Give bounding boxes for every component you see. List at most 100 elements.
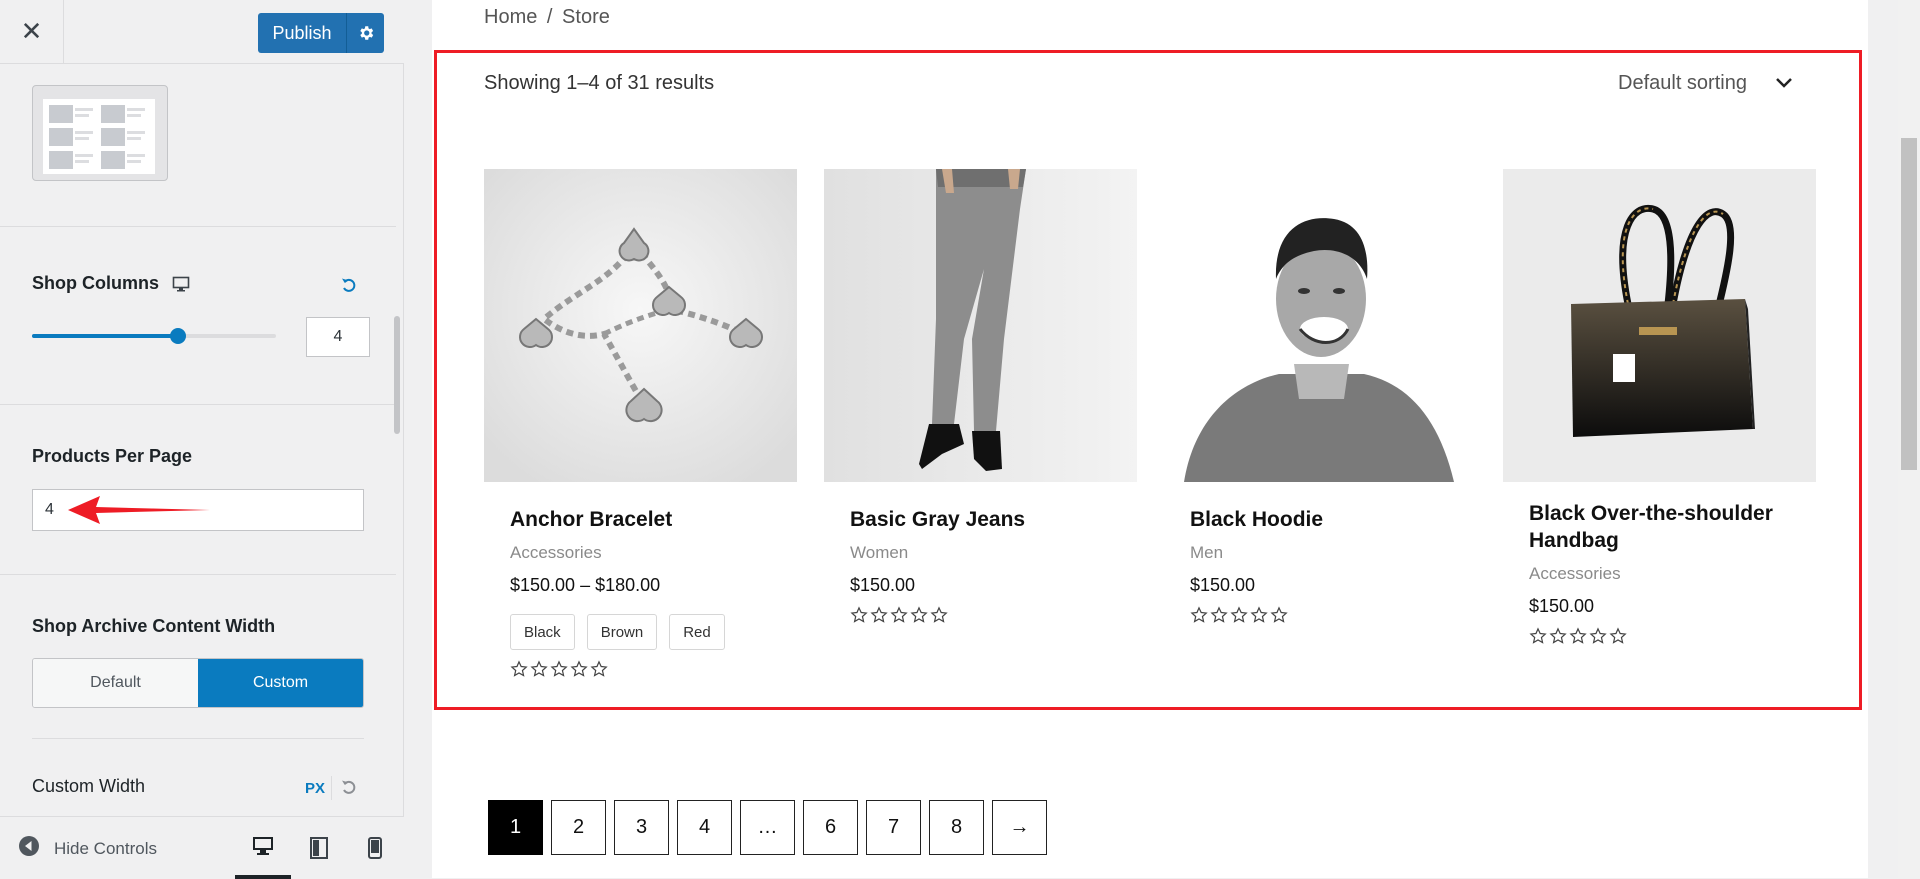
star-outline-icon	[510, 660, 528, 683]
color-swatches: Black Brown Red	[510, 614, 771, 650]
page-3[interactable]: 3	[614, 800, 669, 855]
star-outline-icon	[1250, 606, 1268, 629]
star-outline-icon	[550, 660, 568, 683]
product-card[interactable]: Basic Gray Jeans Women $150.00	[824, 169, 1137, 629]
swatch-brown[interactable]: Brown	[586, 614, 658, 650]
result-count: Showing 1–4 of 31 results	[484, 72, 715, 94]
product-title[interactable]: Basic Gray Jeans	[850, 506, 1111, 533]
product-card[interactable]: Black Over-the-shoulder Handbag Accessor…	[1503, 169, 1816, 650]
divider	[0, 404, 396, 405]
star-rating	[510, 660, 771, 683]
star-outline-icon	[1210, 606, 1228, 629]
product-image[interactable]	[824, 169, 1137, 482]
sidebar-controls: Shop Columns Products Per Page Shop Arch…	[0, 64, 404, 816]
hide-controls-button[interactable]: Hide Controls	[18, 835, 157, 862]
sidebar-footer: Hide Controls	[0, 816, 404, 879]
product-card[interactable]: Anchor Bracelet Accessories $150.00 – $1…	[484, 169, 797, 683]
star-outline-icon	[1589, 627, 1607, 650]
star-outline-icon	[1230, 606, 1248, 629]
product-category[interactable]: Women	[850, 543, 1111, 563]
product-price: $150.00	[1190, 575, 1256, 595]
star-outline-icon	[870, 606, 888, 629]
product-card[interactable]: Black Hoodie Men $150.00	[1164, 169, 1477, 629]
product-price: $150.00	[850, 575, 916, 595]
star-outline-icon	[910, 606, 928, 629]
width-default-option[interactable]: Default	[33, 659, 198, 707]
swatch-black[interactable]: Black	[510, 614, 575, 650]
product-image[interactable]	[1164, 169, 1477, 482]
page-2[interactable]: 2	[551, 800, 606, 855]
shop-columns-input[interactable]	[306, 317, 370, 357]
product-title[interactable]: Black Hoodie	[1190, 506, 1451, 533]
hide-controls-label: Hide Controls	[54, 838, 157, 858]
star-outline-icon	[570, 660, 588, 683]
page-4[interactable]: 4	[677, 800, 732, 855]
product-image[interactable]	[484, 169, 797, 482]
product-price: $150.00	[1529, 596, 1595, 616]
breadcrumb-home-link[interactable]: Home	[484, 6, 537, 28]
star-rating	[850, 606, 1111, 629]
collapse-arrow-icon	[18, 835, 40, 862]
desktop-preview-icon[interactable]	[235, 817, 291, 879]
page-7[interactable]: 7	[866, 800, 921, 855]
tablet-preview-icon[interactable]	[291, 817, 347, 879]
site-preview: Home / Store Showing 1–4 of 31 results D…	[404, 0, 1920, 878]
star-outline-icon	[1569, 627, 1587, 650]
star-outline-icon	[930, 606, 948, 629]
chevron-down-icon	[1775, 72, 1793, 95]
shop-layout-grid-option[interactable]	[32, 85, 168, 181]
publish-settings-gear-icon[interactable]	[346, 13, 384, 53]
customizer-sidebar: ✕ Publish Shop Columns 4 Products Per Pa…	[0, 0, 404, 879]
pagination: 1 2 3 4 … 6 7 8 →	[488, 800, 1047, 855]
star-outline-icon	[590, 660, 608, 683]
swatch-red[interactable]: Red	[669, 614, 725, 650]
breadcrumb-separator: /	[546, 6, 553, 28]
content-width-label: Shop Archive Content Width	[32, 616, 276, 636]
content-width-toggle: Default Custom	[32, 658, 364, 708]
preview-scrollbar-thumb[interactable]	[1901, 138, 1917, 470]
star-outline-icon	[1529, 627, 1547, 650]
custom-width-reset-icon[interactable]	[340, 778, 358, 801]
slider-handle[interactable]	[170, 328, 187, 344]
publish-button[interactable]: Publish	[258, 13, 346, 53]
product-category[interactable]: Men	[1190, 543, 1451, 563]
close-customizer-button[interactable]: ✕	[0, 0, 64, 63]
star-outline-icon	[1549, 627, 1567, 650]
product-category[interactable]: Accessories	[510, 543, 771, 563]
page-ellipsis: …	[740, 800, 795, 855]
sorting-select[interactable]: Default sorting	[1618, 72, 1793, 95]
page-8[interactable]: 8	[929, 800, 984, 855]
mobile-preview-icon[interactable]	[347, 817, 403, 879]
next-page-arrow[interactable]: →	[992, 800, 1047, 855]
product-image[interactable]	[1503, 169, 1816, 482]
star-outline-icon	[530, 660, 548, 683]
sorting-value: Default sorting	[1618, 72, 1747, 94]
page-1: 1	[488, 800, 543, 855]
unit-selector[interactable]: PX	[305, 780, 325, 797]
sidebar-header: ✕ Publish	[0, 0, 404, 64]
annotation-arrow-icon	[68, 494, 216, 531]
divider	[0, 574, 396, 575]
width-custom-option[interactable]: Custom	[198, 659, 363, 707]
product-title[interactable]: Anchor Bracelet	[510, 506, 771, 533]
desktop-monitor-icon[interactable]	[172, 276, 190, 297]
star-rating	[1190, 606, 1451, 629]
product-title[interactable]: Black Over-the-shoulder Handbag	[1529, 500, 1790, 554]
star-outline-icon	[890, 606, 908, 629]
products-per-page-label: Products Per Page	[32, 446, 193, 466]
shop-columns-slider[interactable]	[32, 328, 276, 344]
star-outline-icon	[1190, 606, 1208, 629]
sidebar-scrollbar[interactable]	[394, 316, 400, 434]
star-outline-icon	[1609, 627, 1627, 650]
star-outline-icon	[1270, 606, 1288, 629]
divider	[0, 226, 396, 227]
breadcrumb: Home / Store	[484, 6, 610, 29]
product-category[interactable]: Accessories	[1529, 564, 1790, 584]
shop-columns-reset-icon[interactable]	[340, 276, 358, 299]
divider	[331, 776, 332, 800]
page-6[interactable]: 6	[803, 800, 858, 855]
publish-group: Publish	[258, 13, 384, 53]
product-price: $150.00 – $180.00	[510, 575, 661, 595]
store-page: Home / Store Showing 1–4 of 31 results D…	[432, 0, 1868, 878]
preview-scrollbar[interactable]	[1898, 0, 1920, 878]
